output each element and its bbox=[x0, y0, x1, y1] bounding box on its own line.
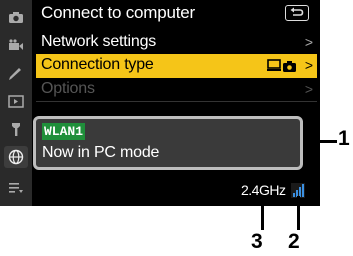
callout-3: 3 bbox=[251, 230, 263, 253]
chevron-right-icon: > bbox=[304, 34, 313, 50]
back-button[interactable] bbox=[285, 5, 309, 21]
callout-line-3 bbox=[261, 196, 264, 230]
camera-screen: Connect to computer Network settings > C… bbox=[0, 0, 320, 206]
menu-item-label: Network settings bbox=[41, 33, 157, 50]
callout-1: 1 bbox=[338, 127, 350, 150]
chevron-right-icon: > bbox=[304, 57, 313, 73]
network-name-badge: WLAN1 bbox=[42, 123, 86, 140]
menu-item-options[interactable]: Options > bbox=[36, 78, 317, 102]
return-icon bbox=[290, 7, 304, 16]
sidebar bbox=[0, 0, 32, 206]
callout-2: 2 bbox=[288, 230, 300, 253]
computer-camera-icon bbox=[267, 59, 297, 78]
menu-item-label: Options bbox=[41, 80, 95, 97]
page-title: Connect to computer bbox=[41, 3, 196, 22]
connection-status-panel: WLAN1 Now in PC mode bbox=[33, 116, 303, 170]
network-icon[interactable] bbox=[4, 146, 28, 168]
menu-item-network-settings[interactable]: Network settings > bbox=[36, 31, 317, 55]
menu-item-label: Connection type bbox=[41, 56, 154, 73]
playback-icon[interactable] bbox=[6, 92, 26, 110]
movie-camera-icon[interactable] bbox=[6, 36, 26, 54]
status-message: Now in PC mode bbox=[42, 144, 160, 161]
callout-line-2 bbox=[297, 196, 300, 230]
my-menu-icon[interactable] bbox=[6, 178, 26, 196]
menu-item-connection-type[interactable]: Connection type > bbox=[36, 54, 317, 78]
pencil-icon[interactable] bbox=[6, 64, 26, 82]
chevron-right-icon: > bbox=[304, 81, 313, 97]
wrench-icon[interactable] bbox=[6, 120, 26, 138]
callout-line-1 bbox=[303, 140, 337, 143]
camera-icon[interactable] bbox=[6, 8, 26, 26]
